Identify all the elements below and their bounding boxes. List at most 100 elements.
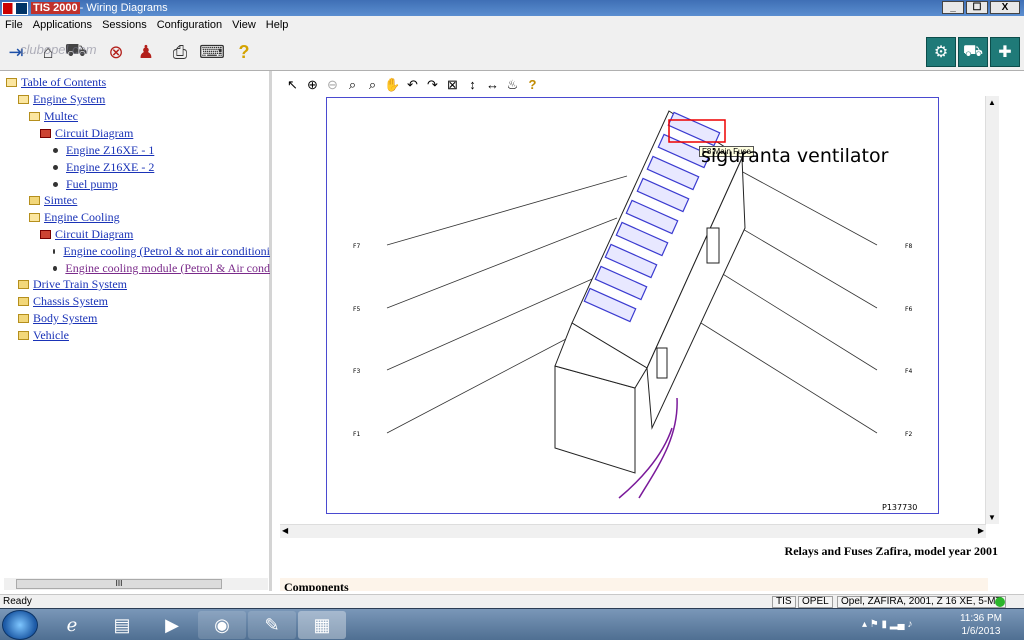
zoom-area-icon[interactable]: ⌕ bbox=[364, 76, 381, 93]
annotation-text: siguranta ventilator bbox=[701, 145, 889, 167]
menu-bar: File Applications Sessions Configuration… bbox=[0, 16, 1024, 33]
tree-item-vehicle[interactable]: Vehicle bbox=[18, 328, 69, 343]
folder-open-icon bbox=[29, 112, 40, 121]
bullet-icon bbox=[53, 266, 58, 271]
tree-link[interactable]: Circuit Diagram bbox=[55, 126, 133, 141]
table-of-contents-pane: Table of Contents Engine System Multec C… bbox=[0, 71, 272, 591]
acrobat-icon[interactable]: ✎ bbox=[248, 611, 296, 639]
tree-link[interactable]: Circuit Diagram bbox=[55, 227, 133, 242]
tree-item-circuit-diagram-cooling[interactable]: Circuit Diagram bbox=[40, 227, 133, 242]
tree-item-engine-cooling-petrol-no-ac[interactable]: Engine cooling (Petrol & not air conditi… bbox=[50, 244, 270, 259]
watermark: clubopel.com bbox=[20, 42, 97, 57]
tis-icon[interactable]: ▦ bbox=[298, 611, 346, 639]
diagram-horizontal-scrollbar[interactable]: ◀ ▶ bbox=[280, 524, 986, 538]
tree-item-drive-train[interactable]: Drive Train System bbox=[18, 277, 127, 292]
tree-link[interactable]: Engine cooling (Petrol & not air conditi… bbox=[63, 244, 270, 259]
label-f8: F8 bbox=[905, 243, 912, 250]
app-logo-icon bbox=[2, 1, 28, 15]
folder-icon bbox=[18, 280, 29, 289]
fit-icon[interactable]: ⊠ bbox=[444, 76, 461, 93]
menu-view[interactable]: View bbox=[227, 19, 261, 31]
label-f7: F7 bbox=[353, 243, 360, 250]
tree-link[interactable]: Engine cooling module (Petrol & Air cond bbox=[65, 261, 270, 276]
diagnostics-button[interactable]: ⚙ bbox=[926, 37, 956, 67]
tree-link[interactable]: Engine Cooling bbox=[44, 210, 120, 225]
bullet-icon bbox=[53, 165, 58, 170]
tray-icons[interactable]: ▴ ⚑ ▮ ▂▄ ♪ bbox=[862, 619, 912, 630]
tree-link[interactable]: Engine Z16XE - 1 bbox=[66, 143, 154, 158]
tree-item-chassis[interactable]: Chassis System bbox=[18, 294, 108, 309]
person-icon[interactable]: ♟ bbox=[134, 39, 158, 65]
tree-item-circuit-diagram[interactable]: Circuit Diagram bbox=[40, 126, 133, 141]
tree-item-engine-system[interactable]: Engine System bbox=[18, 92, 105, 107]
menu-help[interactable]: Help bbox=[261, 19, 294, 31]
tree-link[interactable]: Engine System bbox=[33, 92, 105, 107]
explorer-icon[interactable]: ▤ bbox=[98, 611, 146, 639]
vehicle-button[interactable]: ⛟ bbox=[958, 37, 988, 67]
printer-icon[interactable]: ⎙ bbox=[168, 39, 192, 65]
tree-link[interactable]: Simtec bbox=[44, 193, 77, 208]
rotate-left-icon[interactable]: ↶ bbox=[404, 76, 421, 93]
scrollbar-thumb[interactable]: III bbox=[16, 579, 222, 589]
menu-file[interactable]: File bbox=[0, 19, 28, 31]
diagram-vertical-scrollbar[interactable]: ▲ ▼ bbox=[985, 96, 999, 524]
start-button[interactable] bbox=[2, 610, 38, 640]
media-player-icon[interactable]: ▶ bbox=[148, 611, 196, 639]
tree-item-fuel-pump[interactable]: Fuel pump bbox=[50, 177, 118, 192]
help-icon[interactable]: ? bbox=[524, 76, 541, 93]
menu-applications[interactable]: Applications bbox=[28, 19, 97, 31]
vehicle-icon: ⛟ bbox=[962, 43, 984, 60]
minimize-button[interactable]: _ bbox=[942, 1, 964, 14]
tree-link[interactable]: Drive Train System bbox=[33, 277, 127, 292]
scroll-down-icon[interactable]: ▼ bbox=[988, 513, 996, 522]
tree-link[interactable]: Body System bbox=[33, 311, 97, 326]
keyboard-icon[interactable]: ⌨ bbox=[199, 39, 225, 65]
pan-icon[interactable]: ✋ bbox=[384, 76, 401, 93]
status-cell-tis: TIS bbox=[772, 596, 796, 608]
zoom-out-icon[interactable]: ⊖ bbox=[324, 76, 341, 93]
book-icon bbox=[40, 129, 51, 138]
tree-link[interactable]: Fuel pump bbox=[66, 177, 118, 192]
fit-height-icon[interactable]: ↕ bbox=[464, 76, 481, 93]
scroll-up-icon[interactable]: ▲ bbox=[988, 98, 996, 107]
help-icon[interactable]: ? bbox=[232, 39, 256, 65]
tree-link[interactable]: Table of Contents bbox=[21, 75, 106, 90]
rotate-right-icon[interactable]: ↷ bbox=[424, 76, 441, 93]
zoom-in-icon[interactable]: ⊕ bbox=[304, 76, 321, 93]
scroll-left-icon[interactable]: ◀ bbox=[282, 526, 288, 535]
layers-icon[interactable]: ♨ bbox=[504, 76, 521, 93]
tree-item-multec[interactable]: Multec bbox=[29, 109, 78, 124]
label-f1: F1 bbox=[353, 431, 360, 438]
service-button[interactable]: ✚ bbox=[990, 37, 1020, 67]
status-text: Ready bbox=[3, 596, 32, 607]
tree-item-engine-cooling-module[interactable]: Engine cooling module (Petrol & Air cond bbox=[50, 261, 270, 276]
label-f5: F5 bbox=[353, 306, 360, 313]
zoom-icon[interactable]: ⌕ bbox=[344, 76, 361, 93]
ie-icon[interactable]: ℯ bbox=[48, 611, 96, 639]
select-icon[interactable]: ↖ bbox=[284, 76, 301, 93]
left-horizontal-scrollbar[interactable]: III bbox=[4, 578, 268, 590]
tree-link[interactable]: Vehicle bbox=[33, 328, 69, 343]
close-button[interactable]: X bbox=[990, 1, 1020, 14]
fit-width-icon[interactable]: ↔ bbox=[484, 76, 501, 93]
menu-configuration[interactable]: Configuration bbox=[152, 19, 227, 31]
scroll-right-icon[interactable]: ▶ bbox=[978, 526, 984, 535]
tree-link[interactable]: Chassis System bbox=[33, 294, 108, 309]
tree-link[interactable]: Engine Z16XE - 2 bbox=[66, 160, 154, 175]
tree-item-engine-z16xe-2[interactable]: Engine Z16XE - 2 bbox=[50, 160, 154, 175]
tree-item-engine-z16xe-1[interactable]: Engine Z16XE - 1 bbox=[50, 143, 154, 158]
chrome-icon[interactable]: ◉ bbox=[198, 611, 246, 639]
bullet-icon bbox=[53, 148, 58, 153]
title-bar: TIS 2000 - Wiring Diagrams _ ☐ X bbox=[0, 0, 1024, 16]
tree-item-simtec[interactable]: Simtec bbox=[29, 193, 77, 208]
menu-sessions[interactable]: Sessions bbox=[97, 19, 152, 31]
clock[interactable]: 11:36 PM 1/6/2013 bbox=[960, 612, 1002, 638]
maximize-button[interactable]: ☐ bbox=[966, 1, 988, 14]
tree-item-engine-cooling[interactable]: Engine Cooling bbox=[29, 210, 120, 225]
tree-item-body[interactable]: Body System bbox=[18, 311, 97, 326]
status-cell-make: OPEL bbox=[798, 596, 833, 608]
tree-item-table-of-contents[interactable]: Table of Contents bbox=[6, 75, 106, 90]
tree-link[interactable]: Multec bbox=[44, 109, 78, 124]
stop-icon[interactable]: ⊗ bbox=[104, 39, 128, 65]
wiring-diagram[interactable]: F7 F5 F3 F1 F8 F6 F4 F2 P137730 F8 Main … bbox=[326, 97, 939, 514]
